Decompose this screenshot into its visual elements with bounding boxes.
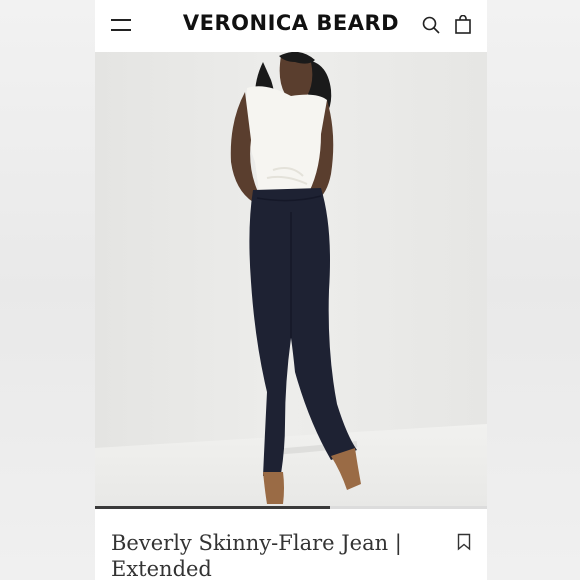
gallery-progress-fill [95, 506, 331, 509]
gallery-progress-bar [95, 506, 487, 509]
search-icon[interactable] [421, 15, 441, 35]
shopping-bag-icon[interactable] [453, 14, 473, 35]
background-right [487, 0, 580, 580]
background-left [0, 0, 95, 580]
bookmark-icon[interactable] [457, 533, 471, 551]
product-image[interactable] [95, 52, 487, 508]
product-title: Beverly Skinny-Flare Jean | Extended [111, 531, 402, 580]
model-photo [95, 52, 487, 508]
app-screen: VERONICA BEARD Beverly Skinny-Flare Jean… [95, 0, 487, 580]
top-navigation-bar: VERONICA BEARD [95, 0, 487, 52]
